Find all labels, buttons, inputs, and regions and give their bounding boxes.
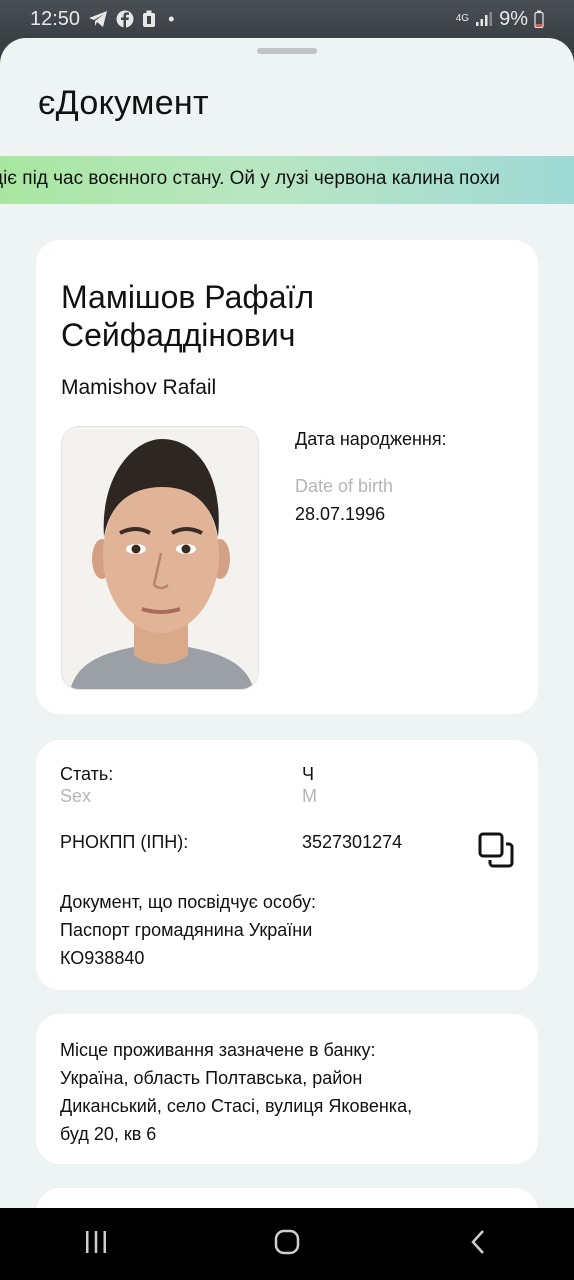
id-document-number: КО938840 [60, 948, 145, 968]
copy-icon [476, 832, 516, 874]
dob-label-en: Date of birth [295, 476, 394, 496]
sex-value: Ч [302, 764, 314, 784]
network-type: 4G [455, 13, 470, 24]
address-line-3: буд 20, кв 6 [60, 1124, 157, 1144]
sex-label-en: Sex [60, 786, 92, 806]
dob-value: 28.07.1996 [295, 504, 386, 524]
person-photo [61, 426, 259, 690]
marquee-banner: діє під час воєнного стану. Ой у лузі че… [0, 156, 574, 204]
next-card [36, 1188, 538, 1208]
signal-icon [475, 11, 493, 27]
battery-percent: 9% [499, 7, 528, 30]
address-card: Місце проживання зазначене в банку: Укра… [36, 1014, 538, 1164]
back-icon [468, 1228, 488, 1261]
copy-button[interactable] [476, 830, 516, 870]
battery-saver-icon [142, 10, 156, 28]
back-button[interactable] [438, 1214, 518, 1274]
tax-id-value: 3527301274 [302, 832, 403, 852]
address-line-1: Україна, область Полтавська, район [60, 1068, 363, 1088]
marquee-text: діє під час воєнного стану. Ой у лузі че… [0, 168, 500, 189]
personal-info-card: Стать: Sex Ч M РНОКПП (ІПН): 3527301274 … [36, 740, 538, 990]
page-title: єДокумент [38, 84, 209, 122]
system-nav-bar [0, 1208, 574, 1280]
facebook-icon [116, 10, 134, 28]
status-time: 12:50 [30, 7, 81, 30]
drag-handle[interactable] [257, 48, 317, 54]
full-name-ua: Мамішов Рафаїл Сейфаддінович [61, 279, 315, 353]
telegram-icon [88, 10, 108, 28]
home-button[interactable] [247, 1214, 327, 1274]
status-bar: 12:50 • 4G 9% [0, 0, 574, 38]
document-sheet: єДокумент діє під час воєнного стану. Ой… [0, 38, 574, 1208]
address-label: Місце проживання зазначене в банку: [60, 1040, 376, 1060]
notification-dot: • [168, 8, 175, 29]
address-line-2: Диканський, село Стасі, вулиця Яковенка, [60, 1096, 413, 1116]
id-document-label: Документ, що посвідчує особу: [60, 892, 316, 912]
recents-button[interactable] [56, 1214, 136, 1274]
home-icon [273, 1228, 301, 1261]
dob-label: Дата народження: [295, 429, 447, 449]
tax-id-label: РНОКПП (ІПН): [60, 832, 189, 852]
recents-icon [83, 1229, 109, 1260]
battery-icon [534, 10, 544, 28]
full-name-en: Mamishov Rafail [61, 376, 217, 399]
sex-value-en: M [302, 786, 317, 806]
sex-label: Стать: [60, 764, 114, 784]
id-document-type: Паспорт громадянина України [60, 920, 313, 940]
identity-card: Мамішов Рафаїл Сейфаддінович Mamishov Ra… [36, 240, 538, 714]
